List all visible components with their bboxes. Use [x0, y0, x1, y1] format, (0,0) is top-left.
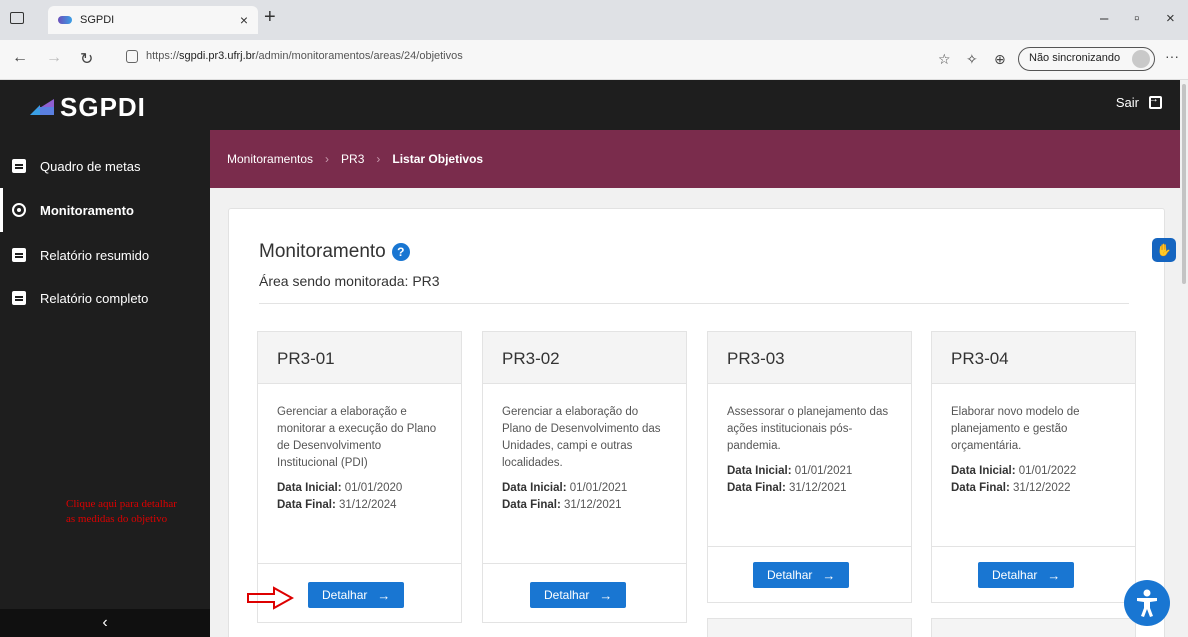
arrow-right-icon: →	[599, 587, 613, 603]
annotation-note: Clique aqui para detalhar as medidas do …	[66, 498, 177, 525]
sync-profile-button[interactable]: Não sincronizando	[1018, 47, 1156, 71]
address-bar: ← → ↻ https://sgpdi.pr3.ufrj.br/admin/mo…	[0, 40, 1188, 80]
card-title: PR3-01	[258, 332, 461, 384]
card-title: PR3-03	[708, 332, 911, 384]
card-footer: Detalhar →	[708, 546, 911, 603]
eye-icon	[12, 203, 26, 217]
logo-text: SGPDI	[60, 92, 146, 122]
objective-card: PR3-01 Gerenciar a elaboração e monitora…	[257, 331, 462, 623]
divider	[259, 303, 1129, 304]
annotation-arrow-icon	[247, 586, 294, 610]
sidebar-item-label: Relatório resumido	[40, 247, 150, 263]
logo-mark-icon	[30, 98, 54, 117]
tab-title: SGPDI	[80, 14, 115, 26]
card-start-date: Data Inicial: 01/01/2021	[502, 482, 628, 494]
objective-card: PR3-03 Assessorar o planejamento das açõ…	[707, 331, 912, 603]
close-window-icon[interactable]: ×	[1166, 10, 1175, 27]
card-title: PR3-02	[483, 332, 686, 384]
sidebar-item-relatorio-completo[interactable]: Relatório completo	[0, 276, 210, 320]
card-end-date: Data Final: 31/12/2024	[277, 499, 397, 511]
read-aloud-icon[interactable]: ☆	[938, 51, 951, 68]
back-icon[interactable]: ←	[12, 49, 28, 67]
restore-icon[interactable]: ▫	[1134, 10, 1139, 27]
app-topbar: Sair	[210, 80, 1188, 130]
card-description: Gerenciar a elaboração e monitorar a exe…	[277, 406, 437, 469]
card-title: PR3-04	[932, 332, 1135, 384]
breadcrumb-separator: ›	[376, 152, 381, 166]
minimize-icon[interactable]: –	[1100, 10, 1108, 27]
card-footer: Detalhar →	[932, 546, 1135, 603]
objective-card: PR3-04 Elaborar novo modelo de planejame…	[931, 331, 1136, 603]
document-icon	[12, 248, 26, 262]
accessibility-icon	[1137, 589, 1157, 617]
logo[interactable]: SGPDI	[30, 92, 146, 123]
page-title: Monitoramento ?	[259, 241, 410, 263]
card-footer: Detalhar →	[483, 563, 686, 623]
card-start-date: Data Inicial: 01/01/2020	[277, 482, 403, 494]
sidebar: SGPDI Quadro de metas Monitoramento Rela…	[0, 80, 210, 637]
objective-card-partial	[931, 618, 1136, 637]
site-favicon-icon	[58, 16, 72, 24]
sidebar-item-label: Monitoramento	[40, 202, 134, 218]
page-subtitle: Área sendo monitorada: PR3	[259, 273, 440, 289]
tab-close-icon[interactable]: ×	[240, 12, 248, 28]
breadcrumb-separator: ›	[325, 152, 330, 166]
avatar	[1132, 50, 1151, 68]
card-description: Gerenciar a elaboração do Plano de Desen…	[502, 406, 661, 469]
objective-card-partial	[707, 618, 912, 637]
browser-tab[interactable]: SGPDI ×	[48, 6, 258, 34]
more-icon[interactable]: ···	[1165, 48, 1179, 64]
new-tab-icon[interactable]: +	[264, 6, 276, 29]
card-end-date: Data Final: 31/12/2021	[502, 499, 622, 511]
sidebar-item-label: Quadro de metas	[40, 158, 141, 174]
card-start-date: Data Inicial: 01/01/2021	[727, 465, 853, 477]
detail-button[interactable]: Detalhar →	[530, 582, 627, 608]
objective-card: PR3-02 Gerenciar a elaboração do Plano d…	[482, 331, 687, 623]
card-end-date: Data Final: 31/12/2022	[951, 482, 1071, 494]
sidebar-item-monitoramento[interactable]: Monitoramento	[0, 188, 210, 232]
arrow-right-icon: →	[822, 567, 836, 583]
help-icon[interactable]: ?	[391, 243, 410, 261]
breadcrumb-item-pr3[interactable]: PR3	[341, 152, 364, 166]
logout-button[interactable]: Sair	[1115, 93, 1162, 110]
favorites-icon[interactable]: ✧	[966, 51, 978, 68]
collections-icon[interactable]: ⊕	[994, 51, 1006, 68]
breadcrumb: Monitoramentos › PR3 › Listar Objetivos	[210, 130, 1188, 188]
url-field[interactable]: https://sgpdi.pr3.ufrj.br/admin/monitora…	[146, 50, 463, 62]
browser-tabbar: SGPDI × + – ▫ ×	[0, 0, 1188, 40]
lock-icon[interactable]	[126, 50, 138, 63]
logout-icon	[1148, 93, 1162, 109]
card-start-date: Data Inicial: 01/01/2022	[951, 465, 1077, 477]
document-icon	[12, 291, 26, 305]
scrollbar-thumb[interactable]	[1182, 84, 1186, 284]
arrow-right-icon: →	[377, 587, 391, 603]
accessibility-button[interactable]	[1124, 580, 1170, 626]
refresh-icon[interactable]: ↻	[80, 49, 93, 69]
sidebar-item-label: Relatório completo	[40, 290, 149, 306]
breadcrumb-item-monitoramentos[interactable]: Monitoramentos	[227, 152, 313, 166]
breadcrumb-item-current: Listar Objetivos	[392, 152, 484, 166]
card-end-date: Data Final: 31/12/2021	[727, 482, 847, 494]
translate-widget-icon[interactable]: ✋	[1152, 238, 1176, 262]
sidebar-item-quadro-de-metas[interactable]: Quadro de metas	[0, 144, 210, 188]
card-description: Elaborar novo modelo de planejamento e g…	[951, 406, 1080, 452]
detail-button[interactable]: Detalhar →	[308, 582, 405, 608]
forward-icon[interactable]: →	[46, 49, 62, 67]
tab-actions-icon[interactable]	[10, 12, 24, 24]
sidebar-collapse-button[interactable]: ‹	[0, 609, 210, 637]
sidebar-item-relatorio-resumido[interactable]: Relatório resumido	[0, 233, 210, 277]
detail-button[interactable]: Detalhar →	[978, 562, 1075, 588]
card-description: Assessorar o planejamento das ações inst…	[727, 406, 889, 452]
document-icon	[12, 159, 26, 173]
arrow-right-icon: →	[1047, 567, 1061, 583]
logout-label: Sair	[1115, 95, 1139, 110]
detail-button[interactable]: Detalhar →	[753, 562, 850, 588]
